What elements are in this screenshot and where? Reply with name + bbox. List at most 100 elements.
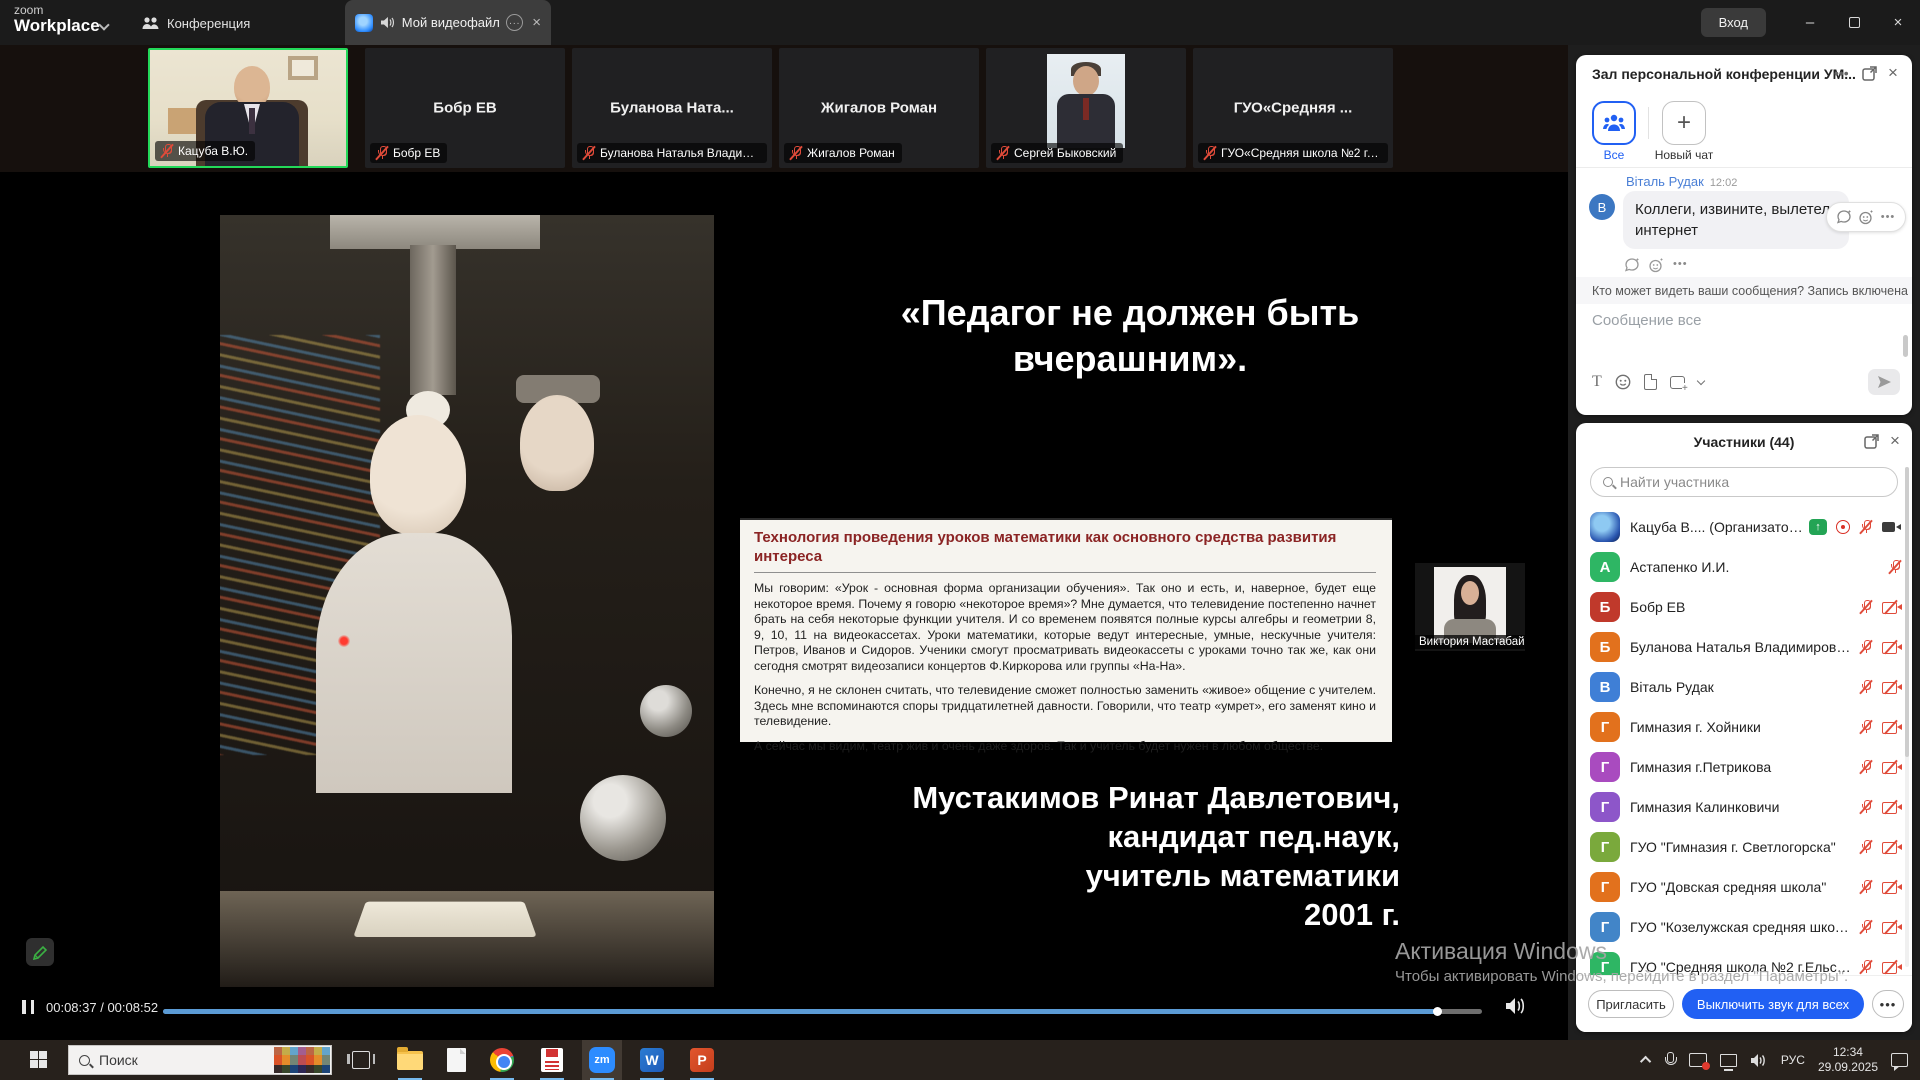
- participant-row[interactable]: Г Гимназия г. Хойники: [1576, 707, 1912, 747]
- message-more-icon[interactable]: •••: [1673, 258, 1688, 273]
- message-bubble[interactable]: Коллеги, извините, вылетел интернет: [1623, 191, 1849, 249]
- mic-muted-icon[interactable]: [1859, 599, 1873, 615]
- tray-microphone-icon[interactable]: [1664, 1052, 1676, 1069]
- taskbar-recorder[interactable]: [532, 1040, 572, 1080]
- camera-off-icon[interactable]: [1882, 920, 1902, 935]
- mic-muted-icon[interactable]: [1859, 879, 1873, 895]
- taskbar-notepad[interactable]: [436, 1040, 476, 1080]
- video-tile-photo[interactable]: Сергей Быковский: [986, 48, 1186, 168]
- mic-muted-icon[interactable]: [1859, 799, 1873, 815]
- taskbar-search-box[interactable]: Поиск: [68, 1045, 332, 1075]
- camera-off-icon[interactable]: [1882, 640, 1902, 655]
- participant-row[interactable]: В Віталь Рудак: [1576, 667, 1912, 707]
- search-highlight-image[interactable]: [274, 1047, 330, 1073]
- add-reaction-icon[interactable]: [1649, 258, 1664, 273]
- window-maximize-button[interactable]: [1832, 0, 1876, 45]
- reply-icon[interactable]: [1837, 210, 1852, 224]
- message-more-icon[interactable]: •••: [1881, 211, 1896, 223]
- emoji-icon[interactable]: [1615, 374, 1631, 390]
- compose-options-chevron-icon[interactable]: [1697, 376, 1705, 384]
- taskbar-zoom[interactable]: zm: [582, 1040, 622, 1080]
- notification-center-icon[interactable]: [1891, 1053, 1908, 1067]
- chat-close-icon[interactable]: ×: [1888, 63, 1898, 83]
- taskbar-powerpoint[interactable]: P: [682, 1040, 722, 1080]
- camera-off-icon[interactable]: [1882, 680, 1902, 695]
- reply-icon[interactable]: [1625, 258, 1640, 272]
- taskbar-word[interactable]: W: [632, 1040, 672, 1080]
- participant-row[interactable]: Г ГУО "Козелужская средняя школа": [1576, 907, 1912, 947]
- participants-more-button[interactable]: •••: [1872, 990, 1904, 1018]
- pause-button[interactable]: [22, 1000, 34, 1014]
- camera-off-icon[interactable]: [1882, 720, 1902, 735]
- add-reaction-icon[interactable]: [1859, 210, 1874, 225]
- camera-off-icon[interactable]: [1882, 960, 1902, 975]
- chat-filter-all-button[interactable]: [1592, 101, 1636, 145]
- chat-new-chat-button[interactable]: +: [1662, 101, 1706, 145]
- video-tile-audio-only[interactable]: Буланова Ната... Буланова Наталья Владим…: [572, 48, 772, 168]
- playback-progress-knob[interactable]: [1433, 1007, 1442, 1016]
- tray-screen-recording-icon[interactable]: [1689, 1053, 1707, 1067]
- language-indicator[interactable]: РУС: [1781, 1053, 1805, 1067]
- attach-file-icon[interactable]: [1644, 374, 1657, 390]
- mic-muted-icon[interactable]: [1888, 559, 1902, 575]
- tray-expand-icon[interactable]: [1640, 1056, 1651, 1067]
- mic-muted-icon[interactable]: [1859, 919, 1873, 935]
- playback-progress-bar[interactable]: [163, 1009, 1482, 1014]
- volume-icon[interactable]: [1504, 996, 1528, 1016]
- participants-close-icon[interactable]: ×: [1890, 431, 1900, 451]
- participants-scrollbar[interactable]: [1905, 467, 1909, 967]
- video-tile-audio-only[interactable]: Жигалов Роман Жигалов Роман: [779, 48, 979, 168]
- mic-muted-icon[interactable]: [1859, 519, 1873, 535]
- taskbar-file-explorer[interactable]: [390, 1040, 430, 1080]
- tab-conference[interactable]: Конференция: [132, 8, 260, 38]
- annotate-button[interactable]: [26, 938, 54, 966]
- start-button[interactable]: [30, 1051, 47, 1068]
- mic-muted-icon[interactable]: [1859, 679, 1873, 695]
- camera-on-icon[interactable]: [1882, 520, 1902, 535]
- camera-off-icon[interactable]: [1882, 880, 1902, 895]
- tray-volume-icon[interactable]: [1750, 1053, 1768, 1068]
- invite-button[interactable]: Пригласить: [1588, 990, 1674, 1018]
- camera-off-icon[interactable]: [1882, 840, 1902, 855]
- participant-row-host[interactable]: Кацуба В.... (Организатор, я) ↑: [1576, 507, 1912, 547]
- signin-button[interactable]: Вход: [1701, 8, 1766, 37]
- video-tile-active-speaker[interactable]: Кацуба В.Ю.: [148, 48, 348, 168]
- camera-off-icon[interactable]: [1882, 760, 1902, 775]
- participant-row[interactable]: Б Бобр ЕВ: [1576, 587, 1912, 627]
- participants-popout-icon[interactable]: [1864, 434, 1879, 449]
- taskbar-clock[interactable]: 12:34 29.09.2025: [1818, 1045, 1878, 1075]
- participant-search-input[interactable]: Найти участника: [1590, 467, 1898, 497]
- participant-row[interactable]: Г ГУО "Довская средняя школа": [1576, 867, 1912, 907]
- camera-off-icon[interactable]: [1882, 800, 1902, 815]
- workspace-dropdown-chevron-icon[interactable]: [100, 16, 108, 34]
- tray-network-icon[interactable]: [1720, 1054, 1737, 1067]
- video-tile-audio-only[interactable]: ГУО«Средняя ... ГУО«Средняя школа №2 г.Ж…: [1193, 48, 1393, 168]
- chat-more-icon[interactable]: •••: [1834, 65, 1849, 81]
- participant-row[interactable]: Б Буланова Наталья Владимировна - ...: [1576, 627, 1912, 667]
- window-minimize-button[interactable]: –: [1788, 0, 1832, 45]
- camera-off-icon[interactable]: [1882, 600, 1902, 615]
- taskbar-chrome[interactable]: [482, 1040, 522, 1080]
- format-text-icon[interactable]: T: [1592, 373, 1602, 391]
- mute-all-button[interactable]: Выключить звук для всех: [1682, 989, 1864, 1019]
- participant-row[interactable]: Г Гимназия Калинковичи: [1576, 787, 1912, 827]
- mic-muted-icon[interactable]: [1859, 839, 1873, 855]
- task-view-button[interactable]: [352, 1051, 370, 1069]
- mic-muted-icon[interactable]: [1859, 639, 1873, 655]
- mic-muted-icon[interactable]: [1859, 959, 1873, 975]
- video-tile-audio-only[interactable]: Бобр ЕВ Бобр ЕВ: [365, 48, 565, 168]
- screenshot-icon[interactable]: [1670, 376, 1685, 389]
- window-close-button[interactable]: ×: [1876, 0, 1920, 45]
- chat-popout-icon[interactable]: [1862, 66, 1877, 81]
- participant-row[interactable]: Г ГУО "Гимназия г. Светлогорска": [1576, 827, 1912, 867]
- send-message-button[interactable]: [1868, 369, 1900, 395]
- tab-more-icon[interactable]: ...: [506, 14, 523, 31]
- tab-close-icon[interactable]: ×: [532, 14, 541, 31]
- mic-muted-icon[interactable]: [1859, 759, 1873, 775]
- mic-muted-icon[interactable]: [1859, 719, 1873, 735]
- participant-row[interactable]: А Астапенко И.И.: [1576, 547, 1912, 587]
- chat-message-input[interactable]: Сообщение все: [1592, 312, 1701, 329]
- tab-video-file[interactable]: Мой видеофайл ... ×: [345, 0, 551, 45]
- floating-video-thumbnail[interactable]: Виктория Мастабай: [1415, 563, 1525, 651]
- participant-row[interactable]: Г Гимназия г.Петрикова: [1576, 747, 1912, 787]
